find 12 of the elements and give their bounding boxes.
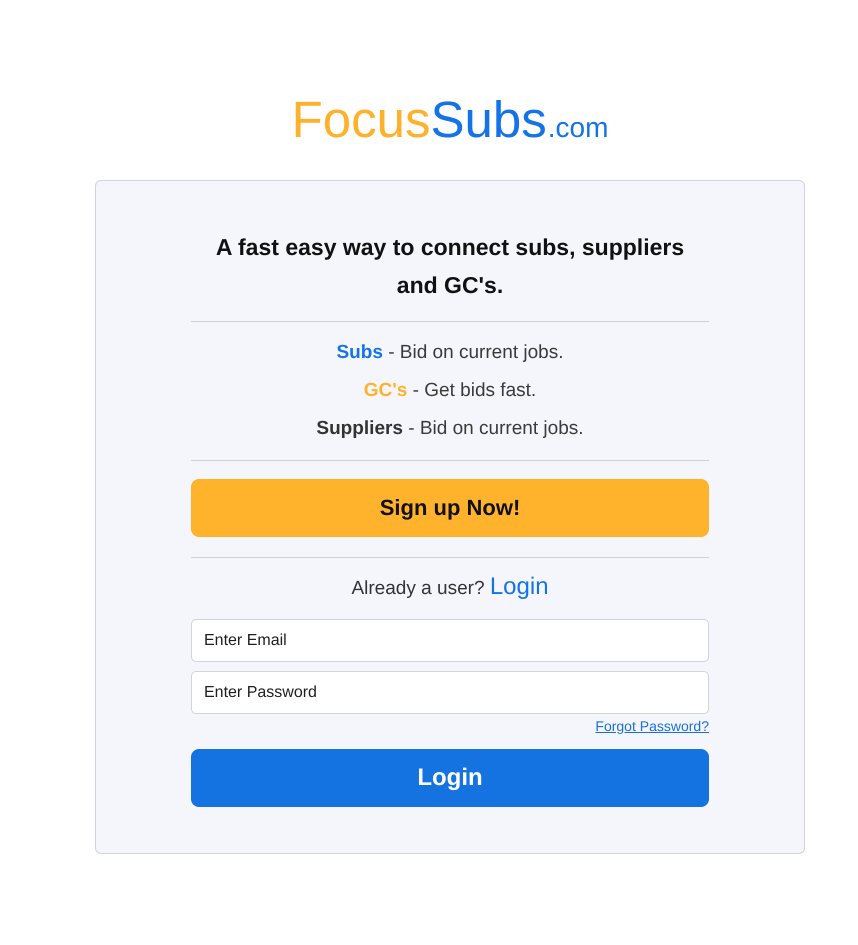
feature-line: Subs - Bid on current jobs. [335,341,565,365]
sign-up-button[interactable]: Sign up Now! [191,479,709,537]
login-prompt-text: Already a user? Login [350,572,550,602]
email-field[interactable]: Enter Email [191,619,709,662]
tagline-heading: A fast easy way to connect subs, suppliers and GC's. [214,233,686,300]
forgot-password-link[interactable]: Forgot Password? [595,717,709,735]
logo-text: FocusSubs.com [292,90,608,150]
login-link[interactable]: Login [490,573,549,600]
login-button[interactable]: Login [191,749,709,807]
feature-line: Suppliers - Bid on current jobs. [315,417,585,441]
feature-line: GC's - Get bids fast. [362,379,538,403]
password-field[interactable]: Enter Password [191,671,709,714]
